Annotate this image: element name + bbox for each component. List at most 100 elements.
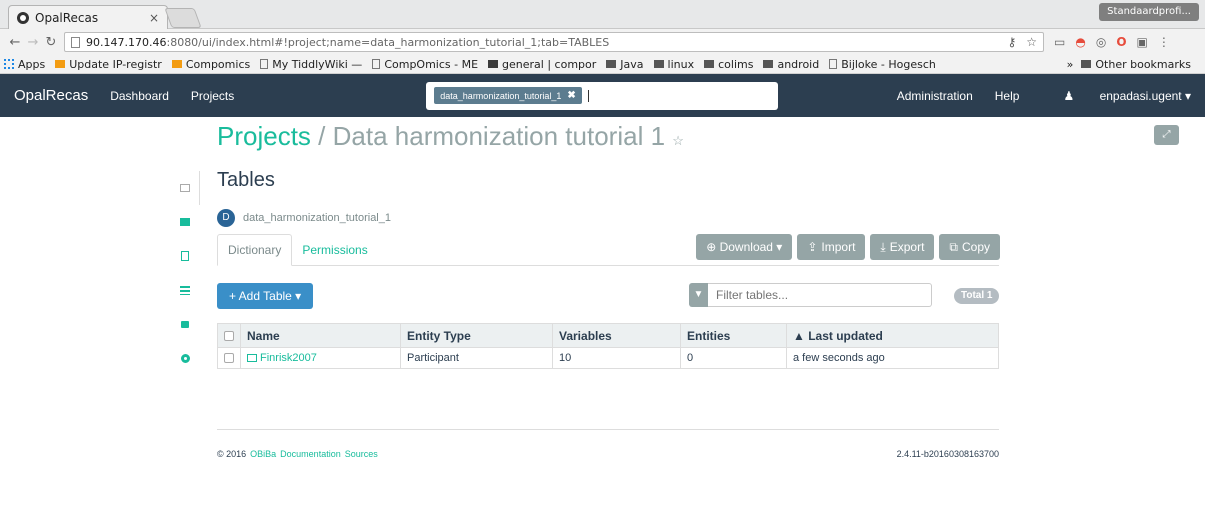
- table-icon: [179, 184, 190, 192]
- filter-input[interactable]: [708, 283, 932, 307]
- extension-icon[interactable]: ◓: [1075, 35, 1085, 49]
- browser-toolbar: ← → ↻ 90.147.170.46 :8080/ui/index.html#…: [0, 29, 1205, 55]
- user-icon: ♟: [1063, 88, 1075, 103]
- row-entity-type: Participant: [400, 347, 553, 369]
- breadcrumb: Projects / Data harmonization tutorial 1…: [217, 121, 684, 152]
- nav-help[interactable]: Help: [995, 89, 1020, 103]
- footer-obiba-link[interactable]: OBiBa: [250, 449, 276, 459]
- page-icon: [372, 59, 381, 69]
- action-buttons: ⊕ Download ▾ ⇪ Import ⤓ Export ⧉ Copy: [696, 234, 1000, 260]
- side-permissions[interactable]: [170, 307, 200, 341]
- tab-dictionary[interactable]: Dictionary: [217, 234, 293, 266]
- bookmarks-bar: Apps Update IP-registr Compomics My Tidd…: [0, 55, 1205, 74]
- search-input[interactable]: data_harmonization_tutorial_1 ✖: [426, 81, 779, 110]
- bookmark-bijloke[interactable]: Bijloke - Hogesch: [829, 58, 936, 71]
- select-all-checkbox[interactable]: [224, 331, 234, 342]
- folder-icon: [1081, 60, 1092, 68]
- download-button[interactable]: ⊕ Download ▾: [696, 234, 793, 260]
- bookmark-update-ip[interactable]: Update IP-registr: [55, 58, 162, 71]
- fullscreen-button[interactable]: ⤢: [1154, 125, 1179, 145]
- column-entities[interactable]: Entities: [680, 323, 787, 348]
- lock-icon: [181, 320, 189, 328]
- column-entity-type[interactable]: Entity Type: [400, 323, 553, 348]
- table-icon: [247, 354, 257, 363]
- footer-documentation-link[interactable]: Documentation: [280, 449, 341, 459]
- column-last-updated[interactable]: ▲ Last updated: [786, 323, 999, 348]
- url-path: :8080/ui/index.html#!project;name=data_h…: [166, 35, 610, 49]
- footer-copyright: © 2016: [217, 449, 247, 459]
- page-info-icon[interactable]: [71, 36, 80, 48]
- datasource-name: data_harmonization_tutorial_1: [243, 212, 391, 224]
- folder-icon: [180, 218, 190, 226]
- bookmark-java[interactable]: Java: [606, 58, 644, 71]
- vpn-icon[interactable]: ◎: [1096, 35, 1106, 49]
- import-button[interactable]: ⇪ Import: [797, 234, 866, 260]
- remove-tag-icon[interactable]: ✖: [567, 90, 575, 101]
- side-reports[interactable]: [170, 239, 200, 273]
- other-bookmarks[interactable]: Other bookmarks: [1081, 58, 1191, 71]
- footer-version: 2.4.11-b20160308163700: [896, 449, 999, 459]
- datasource-line: D data_harmonization_tutorial_1: [217, 209, 391, 227]
- side-files[interactable]: [170, 205, 200, 239]
- nav-dashboard[interactable]: Dashboard: [110, 89, 169, 103]
- bookmark-star-icon[interactable]: ☆: [1026, 35, 1037, 49]
- nav-projects[interactable]: Projects: [191, 89, 234, 103]
- favorite-star-icon[interactable]: ☆: [672, 133, 684, 148]
- footer-divider: [217, 429, 999, 430]
- opera-icon[interactable]: O: [1116, 35, 1126, 49]
- column-name[interactable]: Name: [240, 323, 401, 348]
- browser-tab[interactable]: OpalRecas ×: [8, 5, 168, 29]
- slack-icon: [488, 60, 499, 68]
- export-button[interactable]: ⤓ Export: [870, 234, 935, 260]
- document-icon: [181, 251, 189, 261]
- breadcrumb-separator: /: [318, 121, 326, 151]
- bookmark-android[interactable]: android: [763, 58, 819, 71]
- back-icon[interactable]: ←: [6, 35, 24, 50]
- folder-icon: [653, 60, 664, 68]
- copy-button[interactable]: ⧉ Copy: [939, 234, 1000, 260]
- footer-sources-link[interactable]: Sources: [345, 449, 378, 459]
- column-variables[interactable]: Variables: [552, 323, 681, 348]
- pocket-icon[interactable]: ▣: [1137, 35, 1148, 49]
- table-header-row: Name Entity Type Variables Entities ▲ La…: [217, 323, 999, 348]
- app-navbar: OpalRecas Dashboard Projects data_harmon…: [0, 74, 1205, 117]
- profile-button[interactable]: Standaardprofi...: [1099, 3, 1199, 21]
- tables-table: Name Entity Type Variables Entities ▲ La…: [217, 323, 999, 369]
- row-checkbox[interactable]: [224, 353, 234, 364]
- opal-favicon-icon: [17, 11, 29, 24]
- cast-icon[interactable]: ▭: [1054, 35, 1065, 49]
- menu-icon[interactable]: ⋮: [1158, 35, 1170, 49]
- side-tables[interactable]: [170, 171, 200, 205]
- row-entities: 0: [680, 347, 787, 369]
- bookmark-apps[interactable]: Apps: [4, 58, 45, 71]
- address-bar[interactable]: 90.147.170.46 :8080/ui/index.html#!proje…: [64, 32, 1044, 52]
- apps-grid-icon: [4, 59, 14, 69]
- bookmark-colims[interactable]: colims: [704, 58, 753, 71]
- reload-icon[interactable]: ↻: [42, 35, 60, 50]
- user-menu[interactable]: ♟ enpadasi.ugent ▾: [1041, 89, 1191, 103]
- more-bookmarks-icon[interactable]: »: [1067, 58, 1074, 71]
- breadcrumb-projects[interactable]: Projects: [217, 121, 311, 151]
- side-tasks[interactable]: [170, 273, 200, 307]
- table-row: Finrisk2007 Participant 10 0 a few secon…: [217, 347, 999, 369]
- upload-icon: ⇪: [807, 240, 818, 254]
- bookmark-general[interactable]: general | compor: [488, 58, 596, 71]
- page-icon: [260, 59, 269, 69]
- brand-link[interactable]: OpalRecas: [14, 87, 88, 104]
- key-icon[interactable]: ⚷: [1007, 35, 1016, 49]
- bookmark-compomics[interactable]: Compomics: [171, 58, 250, 71]
- table-link[interactable]: Finrisk2007: [260, 352, 317, 364]
- forward-icon[interactable]: →: [24, 35, 42, 50]
- tab-permissions[interactable]: Permissions: [292, 234, 377, 265]
- browser-tabbar: OpalRecas × Standaardprofi...: [0, 0, 1205, 29]
- close-tab-icon[interactable]: ×: [149, 11, 159, 25]
- add-table-button[interactable]: + Add Table ▾: [217, 283, 314, 309]
- bookmark-tiddlywiki[interactable]: My TiddlyWiki —: [260, 58, 362, 71]
- bookmark-linux[interactable]: linux: [653, 58, 694, 71]
- filter-box: ▼: [689, 283, 932, 307]
- nav-administration[interactable]: Administration: [897, 89, 973, 103]
- bookmark-compomics-me[interactable]: CompOmics - ME: [372, 58, 478, 71]
- new-tab-button[interactable]: [164, 8, 202, 28]
- side-admin[interactable]: [170, 341, 200, 375]
- row-name-cell: Finrisk2007: [240, 347, 401, 369]
